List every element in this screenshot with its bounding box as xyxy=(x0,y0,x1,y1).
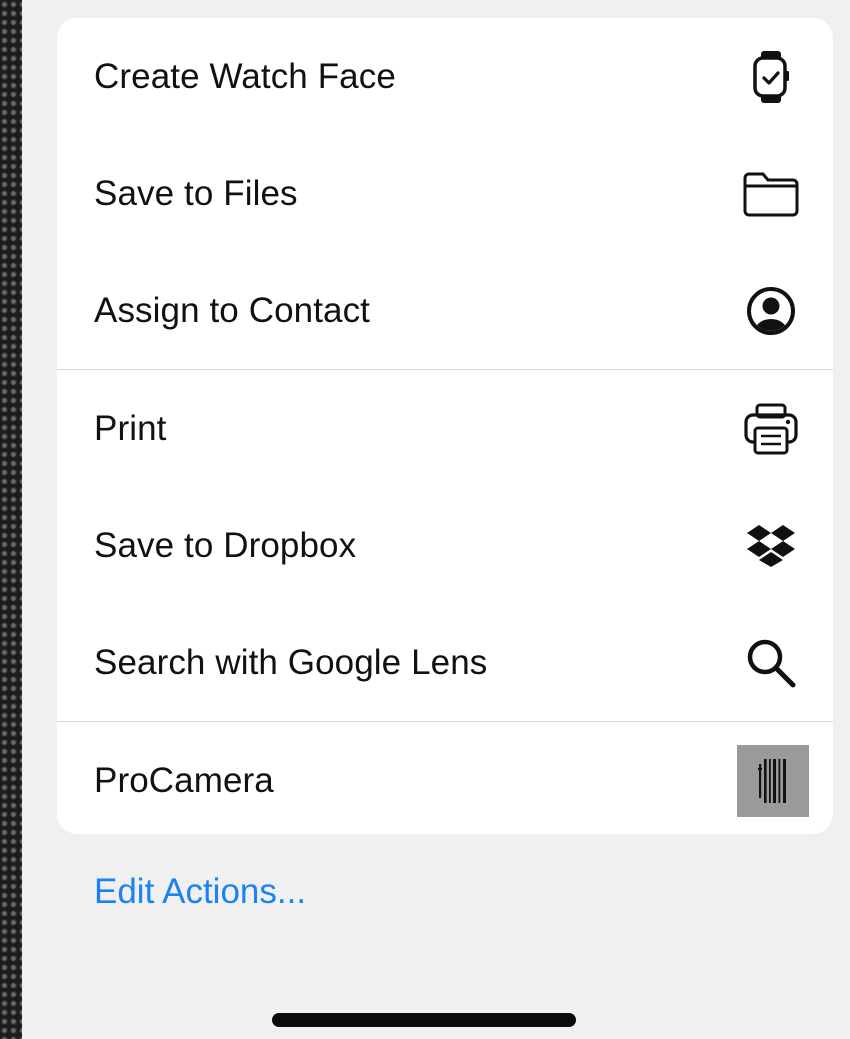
print-action[interactable]: Print xyxy=(57,370,833,487)
actions-card: Create Watch Face Save to Files Assign t… xyxy=(57,18,833,834)
assign-to-contact-action[interactable]: Assign to Contact xyxy=(57,252,833,369)
share-sheet: Create Watch Face Save to Files Assign t… xyxy=(22,0,850,1039)
actions-group-3: ProCamera xyxy=(57,721,833,834)
procamera-app-icon xyxy=(737,744,809,817)
magnifying-glass-icon xyxy=(739,631,803,695)
search-with-google-lens-action[interactable]: Search with Google Lens xyxy=(57,604,833,721)
edit-actions-link[interactable]: Edit Actions... xyxy=(94,872,306,912)
printer-icon xyxy=(739,397,803,461)
procamera-label: ProCamera xyxy=(94,760,274,800)
create-watch-face-action[interactable]: Create Watch Face xyxy=(57,18,833,135)
print-label: Print xyxy=(94,408,167,448)
home-indicator[interactable] xyxy=(272,1013,576,1027)
save-to-dropbox-label: Save to Dropbox xyxy=(94,525,357,565)
save-to-dropbox-action[interactable]: Save to Dropbox xyxy=(57,487,833,604)
save-to-files-action[interactable]: Save to Files xyxy=(57,135,833,252)
search-with-google-lens-label: Search with Google Lens xyxy=(94,642,488,682)
create-watch-face-label: Create Watch Face xyxy=(94,56,396,96)
actions-group-2: Print Save to Dropbox Search with Google… xyxy=(57,369,833,721)
watch-icon xyxy=(739,45,803,109)
save-to-files-label: Save to Files xyxy=(94,173,298,213)
procamera-action[interactable]: ProCamera xyxy=(57,722,833,834)
dropbox-icon xyxy=(739,514,803,578)
actions-group-1: Create Watch Face Save to Files Assign t… xyxy=(57,18,833,369)
assign-to-contact-label: Assign to Contact xyxy=(94,290,371,330)
folder-icon xyxy=(739,162,803,226)
person-circle-icon xyxy=(739,279,803,343)
